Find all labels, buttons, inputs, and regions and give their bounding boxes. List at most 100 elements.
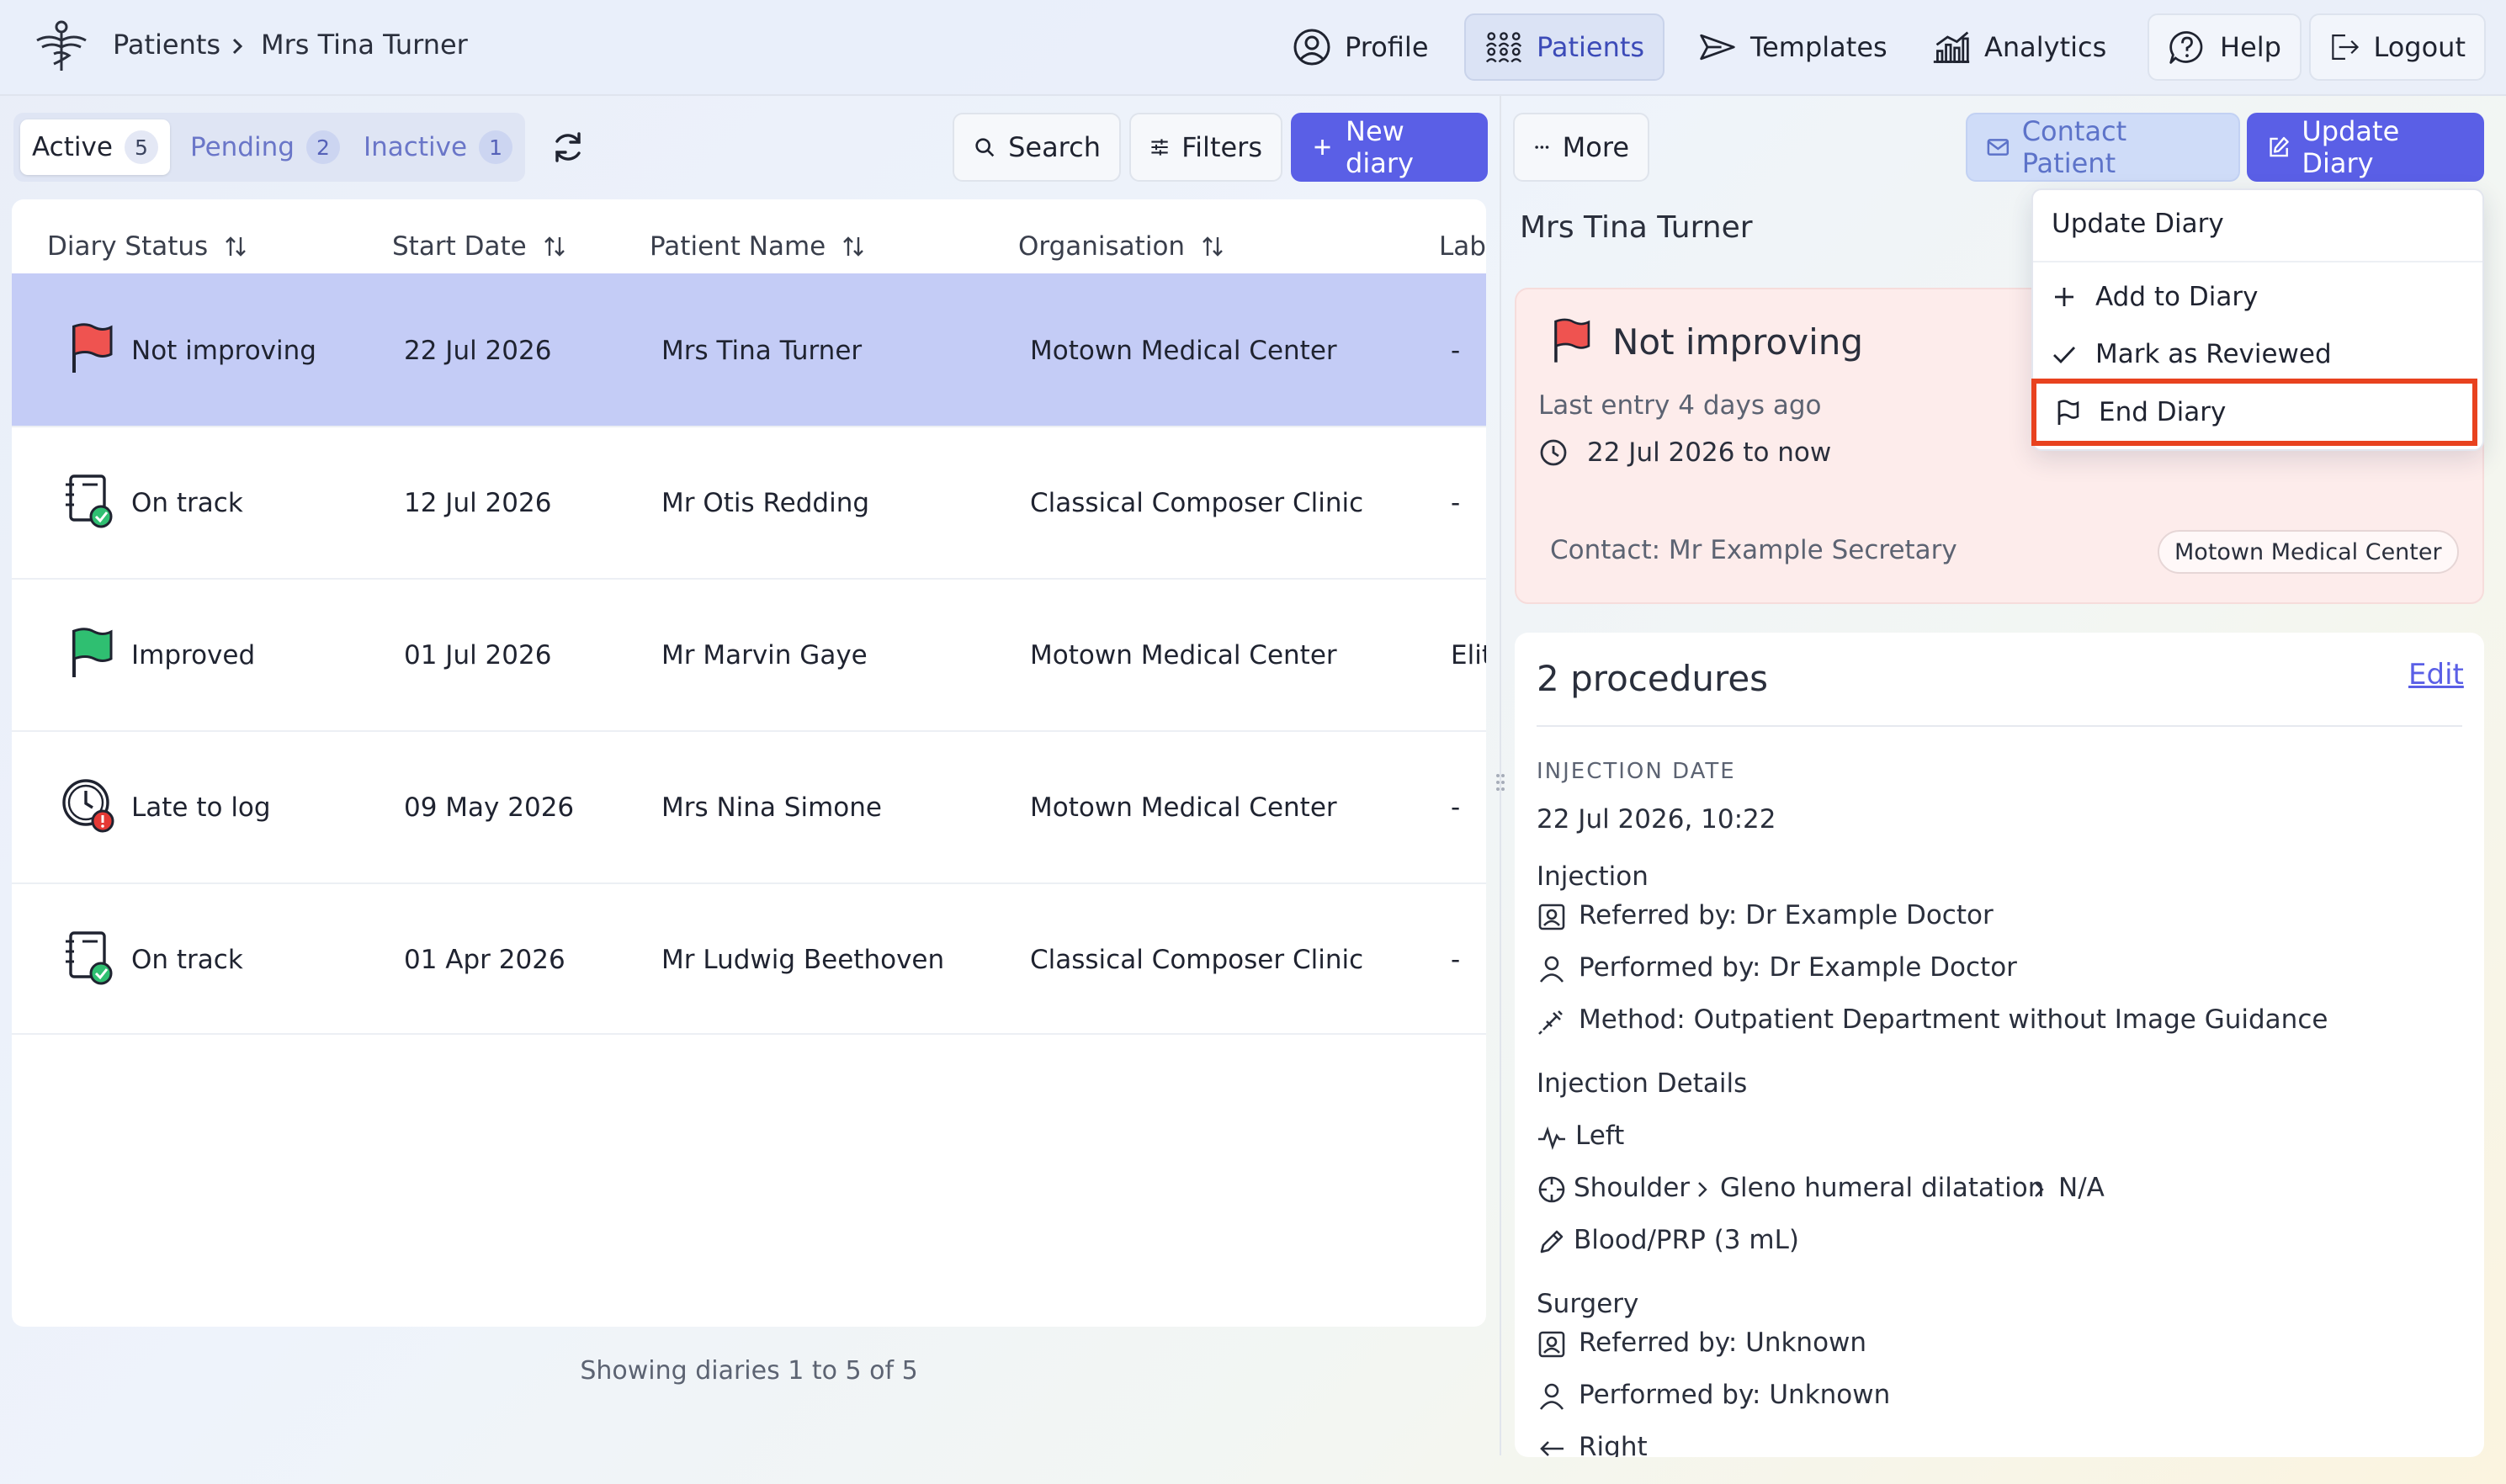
nav-analytics-label: Analytics [1984, 31, 2107, 63]
update-diary-menu-title: Update Diary [2052, 209, 2224, 239]
injection-referred-by: Referred by: Dr Example Doctor [1579, 900, 1994, 930]
late-clock-icon [62, 779, 114, 833]
more-dots-icon [1535, 146, 1549, 149]
syringe-icon [1538, 1010, 1563, 1035]
more-button[interactable]: More [1513, 113, 1649, 182]
search-label: Search [1008, 131, 1101, 163]
table-row[interactable]: On track 12 Jul 2026 Mr Otis Redding Cla… [12, 426, 1486, 578]
patient-name-text: Mrs Nina Simone [661, 792, 882, 823]
lab-text: - [1451, 336, 1461, 366]
column-header-label: Organisation [1018, 231, 1186, 262]
tab-pending-label: Pending [190, 132, 295, 162]
nav-profile-label: Profile [1345, 31, 1429, 63]
surgery-referred-by: Referred by: Unknown [1579, 1328, 1867, 1358]
green-flag-icon [72, 628, 113, 677]
search-icon [975, 138, 995, 157]
injection-method: Method: Outpatient Department without Im… [1579, 1004, 2328, 1035]
update-diary-button[interactable]: Update Diary [2247, 113, 2484, 182]
breadcrumb-root[interactable]: Patients [113, 29, 220, 61]
injection-side: Left [1575, 1121, 1625, 1151]
help-bubble-icon [2169, 31, 2203, 64]
nav-templates-button[interactable]: Templates [1678, 13, 1908, 81]
new-diary-button[interactable]: New diary [1291, 113, 1488, 182]
diary-status-text: Improved [131, 640, 256, 670]
status-title: Not improving [1612, 321, 1864, 363]
column-header-patient-name[interactable]: Patient Name [650, 231, 864, 262]
injection-site-detail: N/A [2058, 1173, 2105, 1203]
menu-item-mark-as-reviewed[interactable]: Mark as Reviewed [2033, 326, 2482, 382]
diary-status-text: Late to log [131, 792, 271, 823]
column-header-organisation[interactable]: Organisation [1018, 231, 1224, 262]
diary-status-text: On track [131, 488, 243, 518]
nav-patients-label: Patients [1537, 31, 1645, 63]
menu-item-end-diary[interactable]: End Diary [2031, 379, 2477, 446]
nav-patients-button[interactable]: Patients [1464, 13, 1665, 81]
tab-pending-count: 2 [305, 130, 340, 164]
red-flag-icon [72, 323, 113, 373]
red-flag-icon [1554, 318, 1590, 363]
lab-text: - [1451, 945, 1461, 975]
menu-item-label: Add to Diary [2095, 282, 2259, 312]
nav-analytics-button[interactable]: Analytics [1912, 13, 2126, 81]
organisation-text: Classical Composer Clinic [1030, 945, 1364, 975]
mail-icon [1987, 139, 2010, 156]
tab-active[interactable]: Active 5 [20, 119, 170, 175]
filters-button[interactable]: Filters [1129, 113, 1282, 182]
injection-date-value: 22 Jul 2026, 10:22 [1537, 804, 1776, 835]
table-row[interactable]: Improved 01 Jul 2026 Mr Marvin Gaye Moto… [12, 578, 1486, 730]
column-header-label: Start Date [392, 231, 527, 262]
surgery-heading: Surgery [1537, 1289, 1639, 1319]
diary-check-icon [66, 474, 113, 528]
column-header-start-date[interactable]: Start Date [392, 231, 565, 262]
table-row[interactable]: Late to log 09 May 2026 Mrs Nina Simone … [12, 730, 1486, 882]
diary-status-text: On track [131, 945, 243, 975]
tab-pending[interactable]: Pending 2 [178, 119, 352, 175]
plus-icon [1314, 139, 1330, 156]
tab-inactive[interactable]: Inactive 1 [352, 119, 524, 175]
injection-date-label: INJECTION DATE [1537, 759, 1736, 784]
top-navigation-bar: Patients Mrs Tina Turner Profile Patient… [0, 0, 2506, 96]
resize-handle-icon[interactable] [1493, 771, 1508, 794]
refresh-icon[interactable] [550, 130, 586, 165]
sort-icon [226, 236, 247, 257]
more-label: More [1562, 131, 1629, 163]
column-header-label: Lab [1439, 231, 1486, 262]
table-row[interactable]: Not improving 22 Jul 2026 Mrs Tina Turne… [12, 273, 1486, 426]
plus-icon [2055, 288, 2073, 306]
edit-procedures-link[interactable]: Edit [2408, 658, 2464, 692]
nav-logout-button[interactable]: Logout [2309, 13, 2486, 81]
lab-text: Elit [1451, 640, 1486, 670]
column-header-label: Diary Status [47, 231, 209, 262]
id-card-icon [1538, 1331, 1565, 1358]
app-logo-icon[interactable] [34, 19, 89, 74]
column-header-lab[interactable]: Lab [1439, 231, 1486, 262]
update-diary-menu: Update Diary Add to Diary Mark as Review… [2031, 188, 2484, 451]
flag-outline-icon [2057, 400, 2079, 425]
nav-help-button[interactable]: Help [2148, 13, 2302, 81]
user-circle-icon [1293, 29, 1330, 66]
sort-icon [843, 236, 864, 257]
chevron-right-icon [2035, 1182, 2044, 1197]
menu-item-label: Mark as Reviewed [2095, 339, 2332, 369]
lab-text: - [1451, 488, 1461, 518]
patients-group-icon [1485, 32, 1522, 63]
tab-inactive-label: Inactive [364, 132, 468, 162]
start-date-text: 01 Apr 2026 [404, 945, 565, 975]
nav-templates-label: Templates [1750, 31, 1887, 63]
organisation-text: Motown Medical Center [1030, 336, 1337, 366]
injection-heading: Injection [1537, 861, 1649, 892]
contact-patient-button[interactable]: Contact Patient [1966, 113, 2240, 182]
clock-icon [1540, 439, 1567, 466]
logout-icon [2332, 34, 2360, 60]
target-icon [1538, 1176, 1565, 1203]
nav-profile-button[interactable]: Profile [1272, 13, 1449, 81]
table-row[interactable]: On track 01 Apr 2026 Mr Ludwig Beethoven… [12, 882, 1486, 1035]
column-header-diary-status[interactable]: Diary Status [47, 231, 247, 262]
injection-substance: Blood/PRP (3 mL) [1574, 1225, 1799, 1255]
search-button[interactable]: Search [953, 113, 1121, 182]
contact-patient-label: Contact Patient [2021, 115, 2127, 179]
menu-item-add-to-diary[interactable]: Add to Diary [2033, 269, 2482, 325]
organisation-text: Classical Composer Clinic [1030, 488, 1364, 518]
organisation-text: Motown Medical Center [1030, 792, 1337, 823]
patient-name-text: Mrs Tina Turner [661, 336, 863, 366]
